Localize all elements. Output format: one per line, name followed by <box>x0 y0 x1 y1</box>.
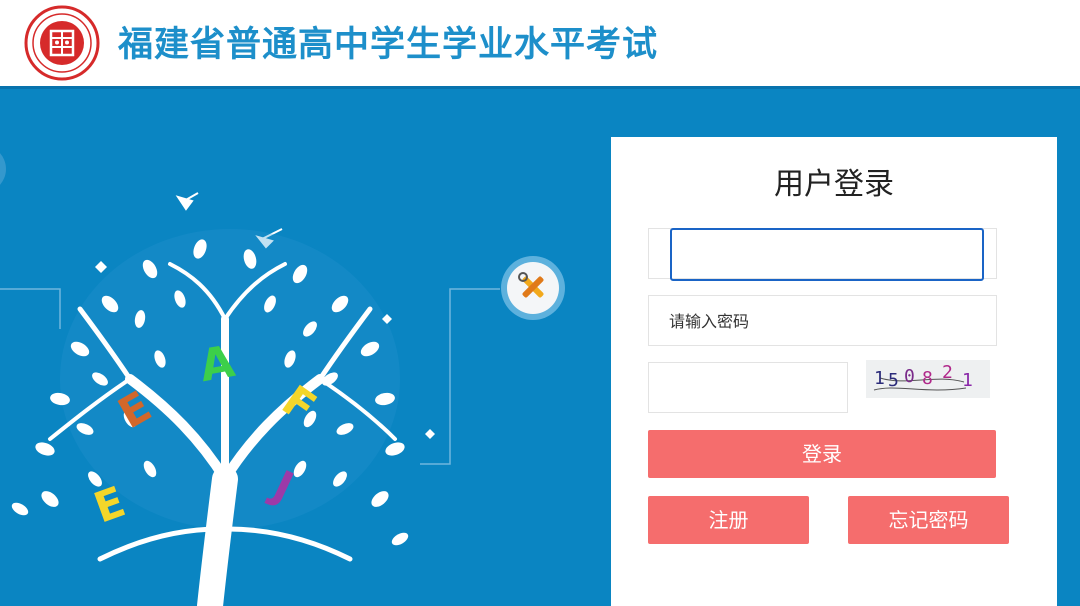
password-field-box <box>648 295 997 346</box>
captcha-char-6: 1 <box>962 370 973 391</box>
captcha-char-2: 5 <box>888 370 899 391</box>
login-title: 用户登录 <box>774 167 894 202</box>
captcha-char-3: 0 <box>904 366 915 387</box>
username-input[interactable] <box>670 228 984 281</box>
site-header: 福建省普通高中学生学业水平考试 <box>0 0 1080 89</box>
captcha-char-4: 8 <box>922 368 933 389</box>
captcha-char-1: 1 <box>874 368 885 389</box>
tools-icon <box>501 256 565 320</box>
password-input[interactable] <box>669 308 969 334</box>
username-field-box <box>648 228 997 281</box>
hero-banner: A E F E J 用户登录 1 5 0 8 2 1 登录 注册 忘记密码 <box>0 89 1080 606</box>
captcha-char-5: 2 <box>942 362 953 383</box>
exam-logo-icon <box>24 5 100 81</box>
login-panel: 用户登录 1 5 0 8 2 1 登录 注册 忘记密码 <box>611 137 1057 606</box>
site-title: 福建省普通高中学生学业水平考试 <box>118 25 659 65</box>
forgot-password-button[interactable]: 忘记密码 <box>848 496 1009 544</box>
login-button[interactable]: 登录 <box>648 430 996 478</box>
captcha-image[interactable]: 1 5 0 8 2 1 <box>866 360 990 398</box>
captcha-input[interactable] <box>659 375 839 401</box>
register-button[interactable]: 注册 <box>648 496 809 544</box>
tree-illustration: A E F E J <box>0 153 565 606</box>
captcha-field-box <box>648 362 848 413</box>
